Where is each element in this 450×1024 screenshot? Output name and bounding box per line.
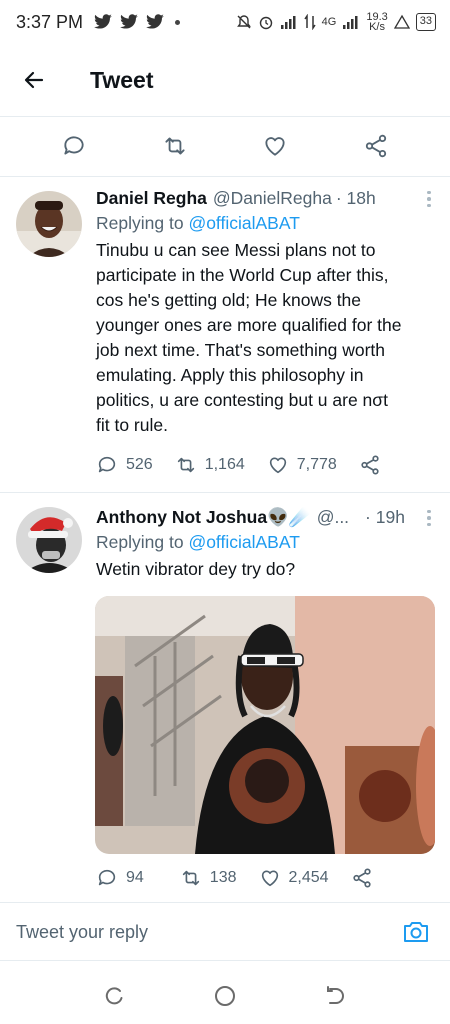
tweet-text: Tinubu u can see Messi plans not to part… (96, 240, 402, 435)
tweet-header: Anthony Not Joshua👽☄️ @... · 19h (96, 507, 434, 528)
network-speed: 19.3 K/s (366, 12, 387, 33)
replying-to-link[interactable]: @officialABAT (188, 213, 299, 233)
replying-prefix: Replying to (96, 532, 184, 552)
tweet-actions: 526 1,164 7,778 (96, 454, 403, 476)
main-reply-button[interactable] (56, 128, 92, 164)
back-system-button[interactable] (315, 976, 355, 1016)
divider (0, 960, 450, 961)
tweet-body: Anthony Not Joshua👽☄️ @... · 19h Replyin… (96, 507, 434, 582)
more-notifications-dot (175, 19, 181, 25)
author-name[interactable]: Anthony Not Joshua👽☄️ (96, 507, 311, 528)
tweet-time: · 19h (365, 507, 405, 527)
status-left: 3:37 PM (16, 11, 181, 33)
tweet-time: · 18h (335, 188, 376, 208)
back-system-icon (327, 986, 344, 1004)
retweet-icon (165, 137, 185, 155)
main-share-button[interactable] (358, 128, 394, 164)
reply-button[interactable]: 94 (96, 867, 144, 889)
status-bar: 3:37 PM 4G 19.3 K/s 33 (0, 0, 450, 44)
home-button[interactable] (205, 976, 245, 1016)
reply-count: 526 (126, 456, 153, 473)
tweet-actions: 94 138 2,454 (96, 867, 395, 889)
status-time: 3:37 PM (16, 11, 84, 32)
battery-indicator: 33 (415, 13, 436, 31)
data-transfer-icon (304, 14, 316, 30)
recent-apps-icon (105, 987, 123, 1005)
twitter-notification-icon (94, 14, 112, 29)
tweet-body: Daniel Regha @DanielRegha · 18h Replying… (96, 188, 434, 438)
author-name[interactable]: Daniel Regha (96, 188, 207, 209)
share-button[interactable] (351, 867, 373, 889)
tweet-text: Wetin vibrator dey try do? (96, 559, 296, 579)
like-count: 7,778 (296, 456, 337, 473)
replying-prefix: Replying to (96, 213, 184, 233)
back-button[interactable] (14, 60, 54, 100)
avatar-image (16, 507, 82, 573)
retweet-button[interactable]: 138 (180, 867, 237, 889)
more-options-button[interactable] (420, 186, 438, 212)
twitter-notification-icon (146, 14, 164, 29)
replying-to: Replying to @officialABAT (96, 532, 434, 553)
retweet-count: 1,164 (204, 456, 245, 473)
reply-composer (0, 904, 450, 960)
reply-icon (64, 136, 84, 155)
share-button[interactable] (359, 454, 381, 476)
reply-count: 94 (126, 869, 144, 886)
main-tweet-actions (0, 118, 450, 174)
replying-to: Replying to @officialABAT (96, 213, 434, 234)
tweet-media-image[interactable] (95, 596, 435, 854)
alarm-icon (259, 16, 272, 30)
home-circle-icon (215, 986, 235, 1006)
replying-to-link[interactable]: @officialABAT (188, 532, 299, 552)
page-title: Tweet (90, 66, 154, 93)
divider (0, 902, 450, 903)
like-count: 2,454 (288, 869, 329, 886)
retweet-button[interactable]: 1,164 (175, 454, 245, 476)
author-handle[interactable]: @... (317, 507, 349, 528)
main-like-button[interactable] (257, 128, 293, 164)
reply-icon (98, 456, 116, 473)
camera-icon (404, 922, 428, 942)
mute-icon (236, 15, 251, 29)
avatar-image (16, 191, 82, 257)
recent-apps-button[interactable] (95, 976, 135, 1016)
more-options-button[interactable] (420, 505, 438, 531)
retweet-count: 138 (209, 869, 237, 886)
media-photo (95, 596, 435, 854)
avatar[interactable] (16, 191, 82, 257)
status-right: 4G 19.3 K/s 33 (236, 12, 436, 33)
reply-input[interactable] (16, 921, 400, 943)
warning-icon (393, 14, 410, 29)
back-arrow-icon (24, 71, 44, 89)
share-icon (365, 134, 386, 158)
signal-icon (280, 16, 296, 29)
signal-icon-2 (343, 16, 358, 29)
author-handle[interactable]: @DanielRegha (213, 188, 332, 209)
share-icon (352, 868, 371, 888)
camera-button[interactable] (400, 916, 432, 948)
system-navigation-bar (0, 968, 450, 1024)
heart-icon (261, 870, 278, 887)
avatar[interactable] (16, 507, 82, 573)
tweet-header: Daniel Regha @DanielRegha · 18h (96, 188, 434, 209)
share-icon (361, 455, 379, 475)
reply-tweet[interactable]: Daniel Regha @DanielRegha · 18h Replying… (0, 176, 450, 492)
like-button[interactable]: 7,778 (267, 454, 337, 476)
retweet-icon (182, 870, 199, 886)
top-nav: Tweet (0, 52, 450, 108)
heart-icon (269, 457, 286, 474)
heart-icon (265, 137, 285, 156)
divider (0, 116, 450, 117)
twitter-notification-icon (120, 14, 138, 29)
reply-icon (98, 869, 116, 886)
network-type-label: 4G (321, 16, 337, 28)
like-button[interactable]: 2,454 (259, 867, 329, 889)
network-speed-unit: K/s (369, 21, 385, 33)
reply-button[interactable]: 526 (96, 454, 153, 476)
retweet-icon (177, 457, 194, 473)
main-retweet-button[interactable] (157, 128, 193, 164)
